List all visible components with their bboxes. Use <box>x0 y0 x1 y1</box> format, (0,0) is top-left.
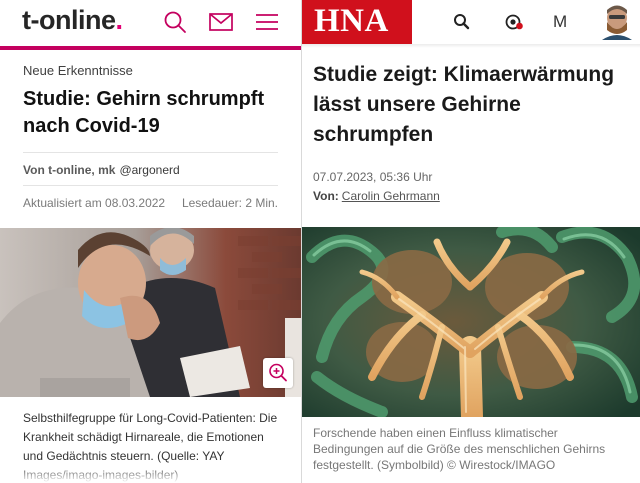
author-name[interactable]: Von t-online, mk <box>23 163 115 177</box>
hna-header: HNA M <box>302 0 640 44</box>
image-caption: Forschende haben einen Einfluss klimatis… <box>313 426 606 472</box>
divider <box>23 152 278 153</box>
read-time: Lesedauer: 2 Min. <box>181 196 278 210</box>
search-icon[interactable] <box>451 11 473 33</box>
publish-date: 07.07.2023, 05:36 Uhr <box>313 170 433 184</box>
avatar[interactable] <box>602 4 632 40</box>
support-group-photo <box>0 228 301 397</box>
article-kicker: Neue Erkenntnisse <box>23 63 133 78</box>
hna-logo[interactable]: HNA <box>302 0 412 44</box>
tonline-brand-bar <box>0 46 301 50</box>
tonline-article-panel: t-online. Neue Erkenntnisse Studie: Gehi… <box>0 0 301 483</box>
menu-icon[interactable] <box>255 10 279 34</box>
tonline-logo[interactable]: t-online. <box>22 5 123 36</box>
author-handle[interactable]: @argonerd <box>119 163 179 177</box>
zoom-in-icon[interactable] <box>263 358 293 388</box>
header-shadow <box>302 44 640 48</box>
mail-icon[interactable] <box>209 10 233 34</box>
article-image[interactable] <box>0 228 301 397</box>
byline-label: Von: <box>313 189 339 203</box>
article-author: Von t-online, mk @argonerd <box>23 163 180 177</box>
hna-article-panel: HNA M Studie zeigt: Klimaerwärmung lässt… <box>302 0 640 483</box>
article-image[interactable] <box>302 227 640 417</box>
divider <box>23 185 278 186</box>
update-date: Aktualisiert am 08.03.2022 <box>23 196 166 210</box>
scroll-fade <box>0 468 301 483</box>
signal-icon[interactable] <box>503 11 525 33</box>
article-headline: Studie: Gehirn schrumpft nach Covid-19 <box>23 88 265 137</box>
tonline-header: t-online. <box>0 0 301 46</box>
author-link[interactable]: Carolin Gehrmann <box>342 189 440 203</box>
article-byline: Von: Carolin Gehrmann <box>313 189 440 203</box>
search-icon[interactable] <box>163 10 187 34</box>
brain-illustration <box>302 227 640 417</box>
m-icon[interactable]: M <box>553 12 573 34</box>
article-headline: Studie zeigt: Klimaerwärmung lässt unser… <box>313 63 615 146</box>
scroll-fade <box>302 474 640 483</box>
